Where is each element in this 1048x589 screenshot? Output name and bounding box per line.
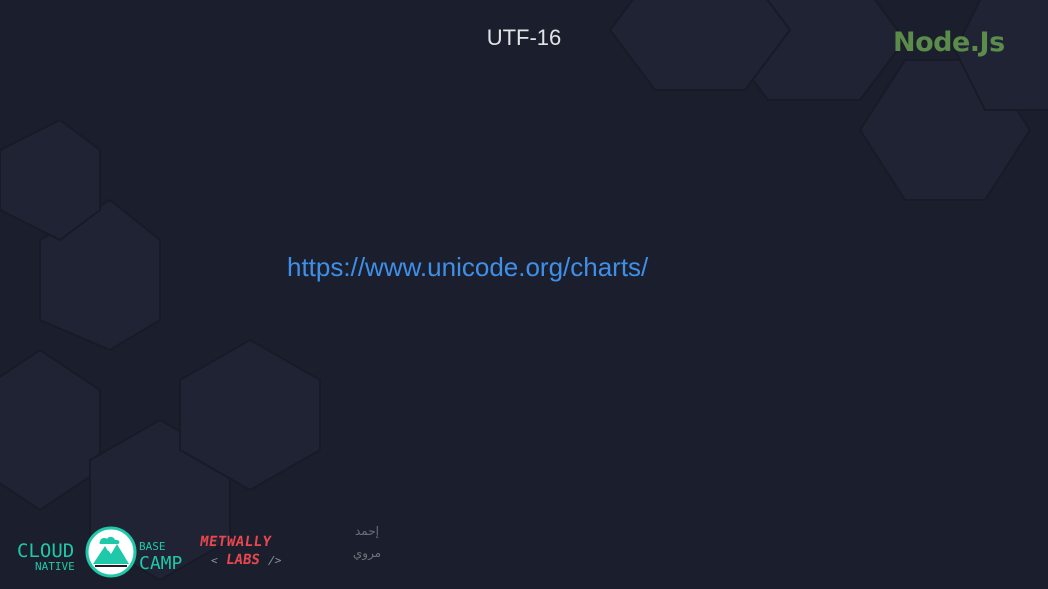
- cnb-base-text: BASE: [139, 540, 166, 553]
- background-hex-pattern: [0, 0, 1048, 582]
- signature-line2: مروي: [352, 546, 382, 560]
- metwally-labs-logo: METWALLY < LABS />: [199, 532, 295, 580]
- cnb-native-text: NATIVE: [35, 560, 75, 573]
- footer-logos: CLOUD NATIVE BASE CAMP METWALLY < LABS /…: [0, 520, 420, 584]
- unicode-charts-link[interactable]: https://www.unicode.org/charts/: [287, 252, 648, 282]
- ml-labs-line: < LABS />: [210, 552, 283, 568]
- ml-metwally-text: METWALLY: [198, 534, 273, 550]
- nodejs-brand-logo: Node.Js: [893, 27, 1005, 58]
- cnb-camp-text: CAMP: [139, 553, 183, 574]
- ml-labs-text: LABS: [224, 552, 261, 568]
- mountain-badge-icon: [85, 526, 137, 578]
- signature-line1: إحمد: [355, 524, 379, 538]
- signature-logo: إحمد مروي: [345, 520, 389, 564]
- slide-title: UTF-16: [486, 25, 562, 50]
- cnb-cloud-text: CLOUD: [17, 540, 75, 562]
- ml-open-bracket: <: [210, 554, 219, 567]
- ml-close-bracket: />: [267, 554, 283, 567]
- cloud-native-basecamp-logo: CLOUD NATIVE BASE CAMP: [15, 525, 193, 579]
